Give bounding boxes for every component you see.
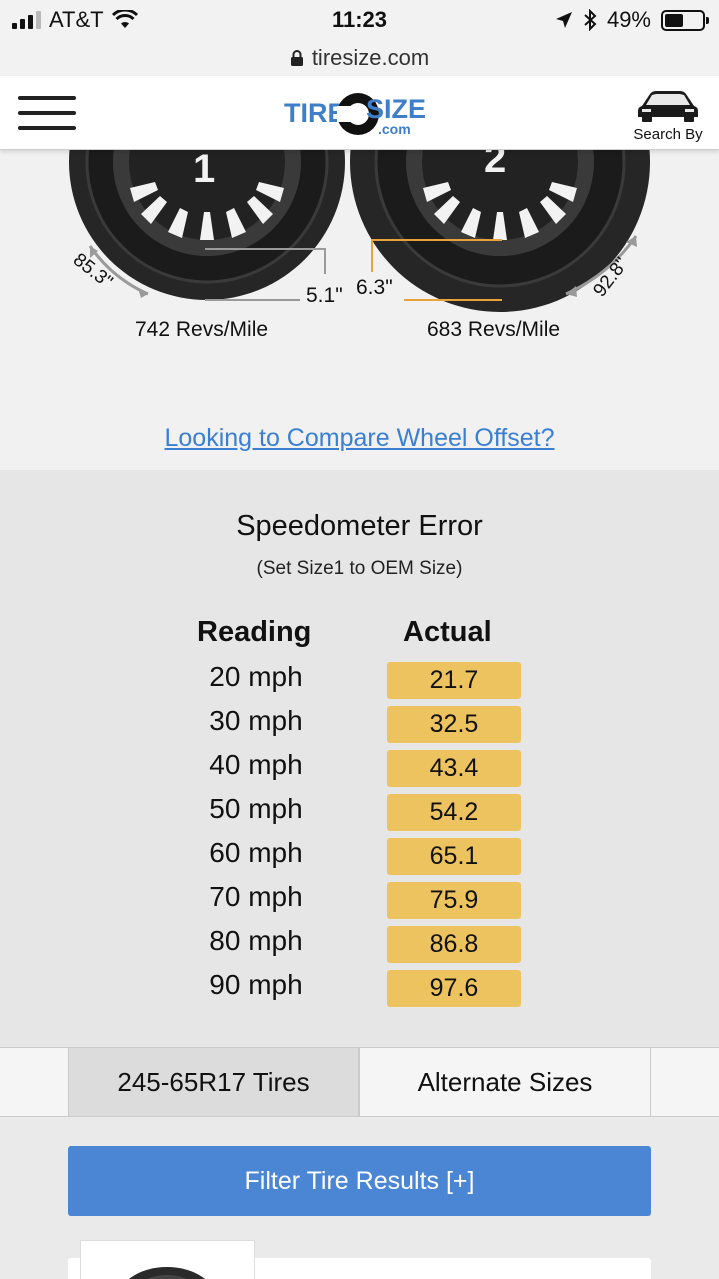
- reading-value: 50 mph: [209, 793, 303, 824]
- speedometer-title: Speedometer Error: [236, 510, 483, 542]
- location-arrow-icon: [555, 12, 572, 28]
- tire-2-revs: 683 Revs/Mile: [427, 318, 561, 341]
- actual-value: 65.1: [387, 838, 521, 875]
- speedometer-error-section: Speedometer Error (Set Size1 to OEM Size…: [0, 470, 719, 1047]
- search-by-label: Search By: [633, 126, 703, 143]
- menu-icon[interactable]: [18, 96, 76, 130]
- reading-value: 60 mph: [209, 837, 303, 868]
- actual-value: 32.5: [387, 706, 521, 743]
- actual-value: 54.2: [387, 794, 521, 831]
- speedometer-row: 50 mph 54.2: [0, 793, 719, 831]
- speedometer-row: 30 mph 32.5: [0, 705, 719, 743]
- tire-diagram: 1 2 85.3" 92.8" 5.1" 6.3": [69, 150, 650, 312]
- site-header: TIRE SIZE .com Search By: [0, 76, 719, 150]
- tire-1-sidewall: 5.1": [306, 284, 343, 307]
- tire-1-revs: 742 Revs/Mile: [135, 318, 269, 341]
- battery-percent: 49%: [606, 7, 651, 32]
- actual-value: 86.8: [387, 926, 521, 963]
- speedometer-row: 90 mph 97.6: [0, 969, 719, 1007]
- search-by-button[interactable]: Search By: [631, 86, 705, 143]
- reading-value: 30 mph: [209, 705, 303, 736]
- logo-text-size: SIZE: [366, 94, 426, 124]
- speedometer-row: 80 mph 86.8: [0, 925, 719, 963]
- speedometer-row: 40 mph 43.4: [0, 749, 719, 787]
- tire-comparison: 1 2 85.3" 92.8" 5.1" 6.3" 742 Revs/Mile …: [0, 150, 719, 470]
- tiresize-logo[interactable]: TIRE SIZE .com: [282, 88, 442, 138]
- reading-value: 90 mph: [209, 969, 303, 1000]
- car-icon: [638, 91, 698, 122]
- status-right: 49%: [555, 7, 709, 33]
- tire-2-sidewall: 6.3": [356, 276, 393, 299]
- battery-fill: [665, 13, 683, 27]
- speedometer-row: 20 mph 21.7: [0, 661, 719, 699]
- speedometer-row: 60 mph 65.1: [0, 837, 719, 875]
- speedometer-row: 70 mph 75.9: [0, 881, 719, 919]
- results-section: Filter Tire Results [+]: [0, 1117, 719, 1279]
- url-domain: tiresize.com: [311, 45, 430, 70]
- tire-1-number: 1: [193, 150, 215, 191]
- actual-value: 97.6: [387, 970, 521, 1007]
- url-bar[interactable]: tiresize.com: [0, 40, 719, 76]
- tab-245-65r17-tires[interactable]: 245-65R17 Tires: [68, 1048, 359, 1116]
- logo-text-com: .com: [378, 121, 411, 137]
- logo-text-tire: TIRE: [284, 98, 346, 128]
- status-bar: AT&T 11:23 49%: [0, 0, 719, 40]
- speedometer-subtitle: (Set Size1 to OEM Size): [256, 558, 463, 579]
- reading-value: 70 mph: [209, 881, 303, 912]
- compare-wheel-offset-link[interactable]: Looking to Compare Wheel Offset?: [0, 424, 719, 453]
- actual-column-header: Actual: [403, 616, 492, 648]
- actual-value: 75.9: [387, 882, 521, 919]
- bluetooth-icon: [584, 9, 597, 31]
- tire-2-number: 2: [484, 150, 506, 181]
- lock-icon: [290, 50, 303, 66]
- filter-tire-results-button[interactable]: Filter Tire Results [+]: [68, 1146, 651, 1216]
- actual-value: 43.4: [387, 750, 521, 787]
- reading-value: 80 mph: [209, 925, 303, 956]
- reading-value: 40 mph: [209, 749, 303, 780]
- tire-thumbnail[interactable]: [80, 1240, 255, 1279]
- battery-icon: [661, 9, 709, 31]
- actual-value: 21.7: [387, 662, 521, 699]
- reading-column-header: Reading: [197, 616, 312, 648]
- reading-value: 20 mph: [209, 661, 303, 692]
- tab-alternate-sizes[interactable]: Alternate Sizes: [359, 1048, 651, 1116]
- tire-image: [128, 1267, 206, 1279]
- results-tabs: 245-65R17 Tires Alternate Sizes: [0, 1047, 719, 1117]
